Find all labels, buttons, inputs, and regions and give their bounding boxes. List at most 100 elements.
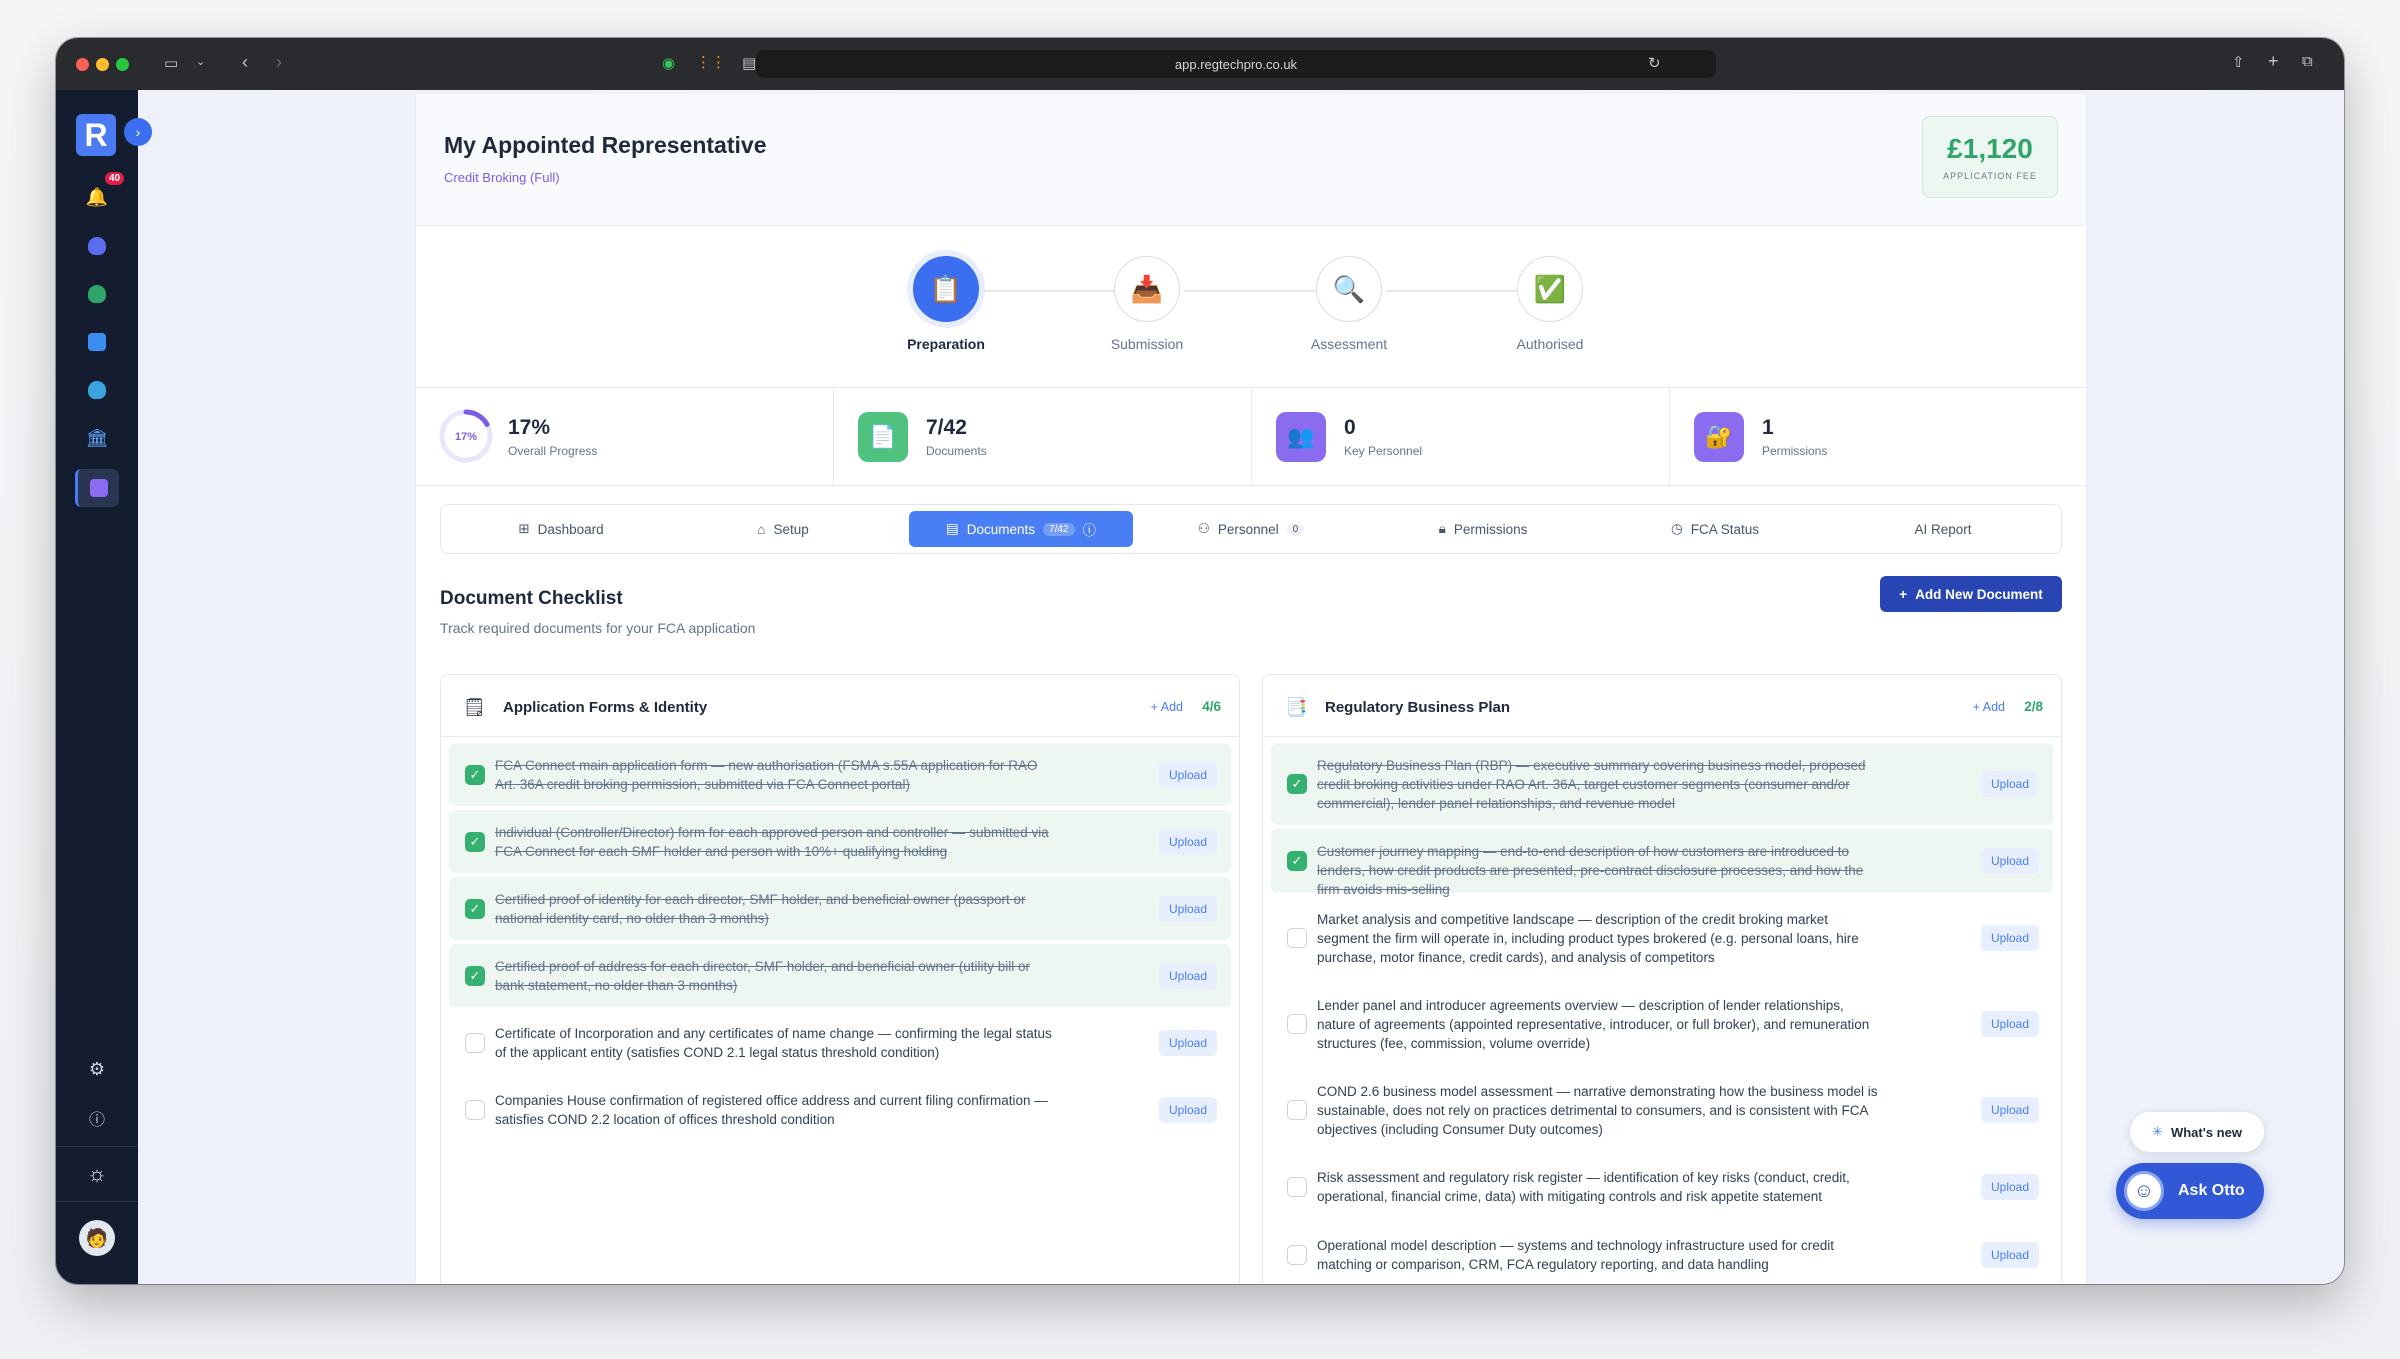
document-description: Market analysis and competitive landscap… [1317,911,1859,965]
document-list: ✓ FCA Connect main application form — new… [449,743,1231,1145]
document-checkbox[interactable] [1287,1014,1307,1034]
document-item: ✓ Certified proof of identity for each di… [449,877,1231,940]
theme-toggle[interactable]: ☼ [56,1146,138,1202]
panel-business-plan: 📑 Regulatory Business Plan + Add 2/8 ✓ Re… [1262,674,2062,1284]
notifications-button[interactable]: 🔔 40 [75,172,125,216]
document-checkbox[interactable] [1287,1177,1307,1197]
forward-icon[interactable]: › [276,52,282,73]
zoom-window-button[interactable] [116,58,129,71]
document-checkbox[interactable] [1287,1245,1307,1265]
step-preparation: 📋 Preparation [886,226,1006,352]
tab-setup[interactable]: ⌂ Setup [673,511,893,547]
panel-title: Regulatory Business Plan [1325,699,1511,716]
upload-button[interactable]: Upload [1981,1174,2039,1200]
sidebar-item-compliance[interactable] [75,275,119,313]
step-label: Assessment [1310,336,1388,352]
magnifier-icon: 🔍 [1316,256,1382,322]
bell-icon: 🔔 [85,186,109,207]
tab-dashboard[interactable]: ⊞ Dashboard [451,511,671,547]
people-icon: 👥 [1276,412,1326,462]
document-checkbox[interactable]: ✓ [465,764,485,785]
document-checkbox[interactable] [1287,1100,1307,1120]
whats-new-button[interactable]: ✳ What's new [2130,1112,2264,1152]
section-title: Document Checklist [440,588,623,609]
upload-button[interactable]: Upload [1159,1096,1217,1123]
document-checkbox[interactable] [1287,928,1307,948]
step-label: Authorised [1516,336,1584,352]
add-item-link[interactable]: + Add [1151,700,1183,714]
upload-button[interactable]: Upload [1981,848,2039,874]
document-checkbox[interactable]: ✓ [1287,851,1307,871]
help-button[interactable]: ⓘ [75,1099,119,1137]
sidebar-toggle-icon[interactable]: ▭ [164,54,178,72]
document-checkbox[interactable] [465,1032,485,1053]
tab-ai-report[interactable]: AI Report [1833,511,2053,547]
share-icon[interactable]: ⇧ [2232,53,2245,71]
stat-documents: 📄 7/42 Documents [834,388,1252,486]
reload-icon[interactable]: ↻ [1648,54,1661,72]
tab-count: 7/42 [1043,522,1075,536]
minimize-window-button[interactable] [96,58,109,71]
tab-label: Documents [966,521,1036,537]
sidebar-item-regulator[interactable]: 🏛 [75,419,119,457]
reader-icon[interactable]: ▤ [742,54,756,72]
chevron-down-icon[interactable]: ⌄ [196,55,205,68]
settings-button[interactable]: ⚙ [75,1050,119,1088]
add-item-link[interactable]: + Add [1973,700,2005,714]
sidebar-item-protection[interactable] [75,371,119,409]
upload-button[interactable]: Upload [1981,1097,2039,1123]
close-window-button[interactable] [76,58,89,71]
app-sidebar: R › 🔔 40 🏛 ⚙ ⓘ ☼ 🧑 [56,90,152,1284]
section-subtitle: Track required documents for your FCA ap… [440,620,756,636]
tab-permissions[interactable]: 🔒︎ Permissions [1373,511,1593,547]
sidebar-item-applications[interactable] [75,469,119,507]
whats-new-label: What's new [2170,1124,2242,1140]
new-tab-icon[interactable]: + [2268,51,2279,72]
expand-sidebar-button[interactable]: › [124,118,152,146]
tab-label: FCA Status [1690,521,1760,537]
document-checkbox[interactable]: ✓ [465,898,485,919]
panel-header: 📑 Regulatory Business Plan + Add 2/8 [1263,675,2061,737]
upload-button[interactable]: Upload [1981,1242,2039,1268]
step-label: Preparation [907,336,985,352]
chart-icon [88,333,106,351]
otto-face-icon: ☺ [2124,1171,2164,1211]
upload-button[interactable]: Upload [1159,828,1217,855]
upload-button[interactable]: Upload [1159,1029,1217,1056]
grammarly-icon[interactable]: ◉ [662,54,675,72]
apps-grid-icon[interactable]: ⋮⋮ [696,53,726,71]
document-description: COND 2.6 business model assessment — nar… [1317,1083,1878,1137]
sidebar-item-security[interactable] [75,227,119,265]
document-checkbox[interactable]: ✓ [465,965,485,986]
url-text: app.regtechpro.co.uk [1174,56,1298,72]
upload-button[interactable]: Upload [1981,771,2039,797]
progress-ring: 17% [439,409,493,463]
document-description: Regulatory Business Plan (RBP) — executi… [1317,757,1866,811]
stat-value: 17% [508,416,551,439]
application-card: My Appointed Representative Credit Broki… [416,94,2086,1284]
chevron-right-icon: › [135,124,141,140]
document-description: Risk assessment and regulatory risk regi… [1317,1170,1850,1204]
app-logo[interactable]: R [76,114,116,156]
document-description: Individual (Controller/Director) form fo… [495,824,1049,859]
avatar[interactable]: 🧑 [79,1220,115,1256]
upload-button[interactable]: Upload [1159,761,1217,788]
tab-label: Permissions [1453,521,1528,537]
stat-label: Documents [926,444,987,458]
document-checkbox[interactable]: ✓ [465,831,485,852]
upload-button[interactable]: Upload [1981,925,2039,951]
ask-otto-button[interactable]: ☺ Ask Otto [2116,1163,2264,1219]
upload-button[interactable]: Upload [1981,1011,2039,1037]
document-checkbox[interactable] [465,1099,485,1120]
back-icon[interactable]: ‹ [242,52,248,73]
sidebar-item-reports[interactable] [75,323,119,361]
tab-personnel[interactable]: ⚇ Personnel 0 [1141,511,1361,547]
tab-documents[interactable]: ▤ Documents 7/42 ⓘ [909,511,1133,547]
add-new-document-button[interactable]: + Add New Document [1880,576,2062,612]
upload-button[interactable]: Upload [1159,962,1217,989]
address-bar[interactable]: app.regtechpro.co.uk [756,50,1716,78]
tab-overview-icon[interactable]: ⧉ [2302,53,2313,70]
tab-fca-status[interactable]: ◷ FCA Status [1605,511,1825,547]
document-checkbox[interactable]: ✓ [1287,774,1307,794]
upload-button[interactable]: Upload [1159,895,1217,922]
